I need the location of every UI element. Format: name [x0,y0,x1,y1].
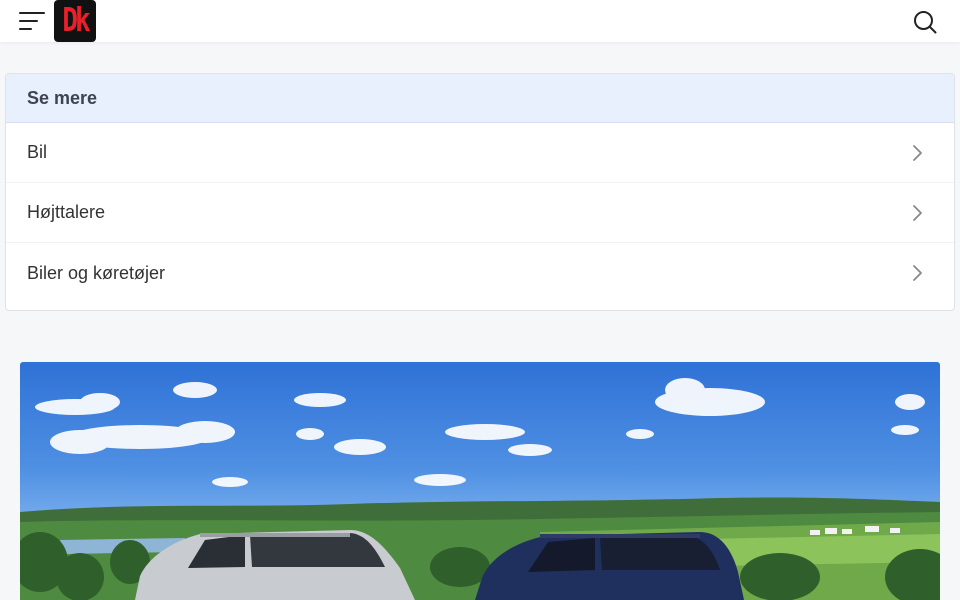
list-item-label: Højttalere [27,202,106,222]
top-header: Dk [0,0,960,42]
list-item-label: Biler og køretøjer [27,262,166,283]
hero-illustration [20,378,940,600]
see-more-header: Se mere [6,74,954,123]
see-more-title: Se mere [27,87,98,108]
list-item-bil[interactable]: Bil [6,123,954,183]
search-icon[interactable] [912,9,938,35]
logo-text: Dk [62,2,90,40]
chevron-right-icon [913,204,922,221]
see-more-card: Se mere Bil Højttalere Biler og køretøje… [5,73,955,311]
chevron-right-icon [913,265,922,281]
hero-image[interactable] [20,362,940,600]
site-logo[interactable]: Dk [54,0,96,42]
list-item-hojttalere[interactable]: Højttalere [6,183,954,243]
list-item-biler-og-koretojer[interactable]: Biler og køretøjer [6,243,954,303]
chevron-right-icon [913,144,922,161]
list-item-label: Bil [27,142,48,162]
hamburger-menu-icon[interactable] [19,12,45,30]
